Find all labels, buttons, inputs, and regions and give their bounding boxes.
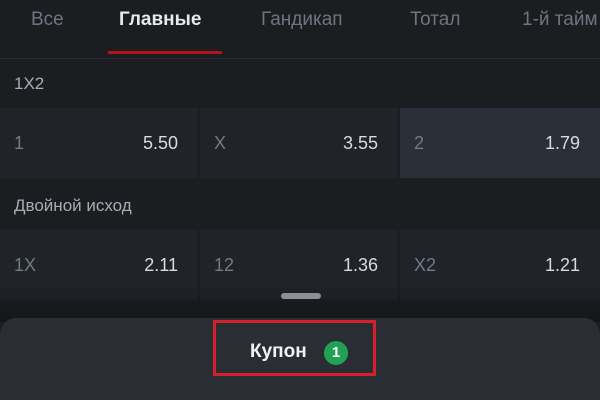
market-title-double-chance: Двойной исход bbox=[14, 196, 132, 215]
tab-first-half[interactable]: 1-й тайм bbox=[522, 9, 598, 35]
odds-value: 1.79 bbox=[544, 133, 580, 153]
tab-all[interactable]: Все bbox=[31, 9, 64, 35]
coupon-label[interactable]: Купон bbox=[250, 341, 307, 363]
odds-cell-1[interactable]: 1 5.50 bbox=[0, 108, 200, 178]
tab-main[interactable]: Главные bbox=[119, 9, 201, 35]
outcome-label: X2 bbox=[414, 255, 437, 275]
outcome-label: X bbox=[214, 133, 227, 153]
sheet-grab-handle[interactable] bbox=[281, 293, 321, 299]
tab-handicap[interactable]: Гандикап bbox=[261, 9, 343, 35]
active-tab-indicator bbox=[108, 51, 222, 54]
content-fade bbox=[0, 282, 600, 322]
odds-value: 2.11 bbox=[144, 255, 178, 275]
outcome-label: 1 bbox=[14, 133, 25, 153]
odds-value: 3.55 bbox=[342, 133, 378, 153]
coupon-count-badge: 1 bbox=[324, 341, 348, 365]
outcome-label: 1X bbox=[14, 255, 37, 275]
odds-cell-x[interactable]: X 3.55 bbox=[200, 108, 400, 178]
outcome-label: 12 bbox=[214, 255, 235, 275]
tab-total[interactable]: Тотал bbox=[410, 9, 460, 35]
odds-cell-2-selected[interactable]: 2 1.79 bbox=[400, 108, 600, 178]
market-row-1x2: 1 5.50 X 3.55 2 1.79 bbox=[0, 108, 600, 178]
market-title-1x2: 1X2 bbox=[14, 74, 45, 93]
outcome-label: 2 bbox=[414, 133, 425, 153]
odds-value: 5.50 bbox=[142, 133, 178, 153]
odds-value: 1.21 bbox=[544, 255, 580, 275]
market-tabs: Все Главные Гандикап Тотал 1-й тайм bbox=[0, 0, 600, 59]
odds-value: 1.36 bbox=[342, 255, 378, 275]
